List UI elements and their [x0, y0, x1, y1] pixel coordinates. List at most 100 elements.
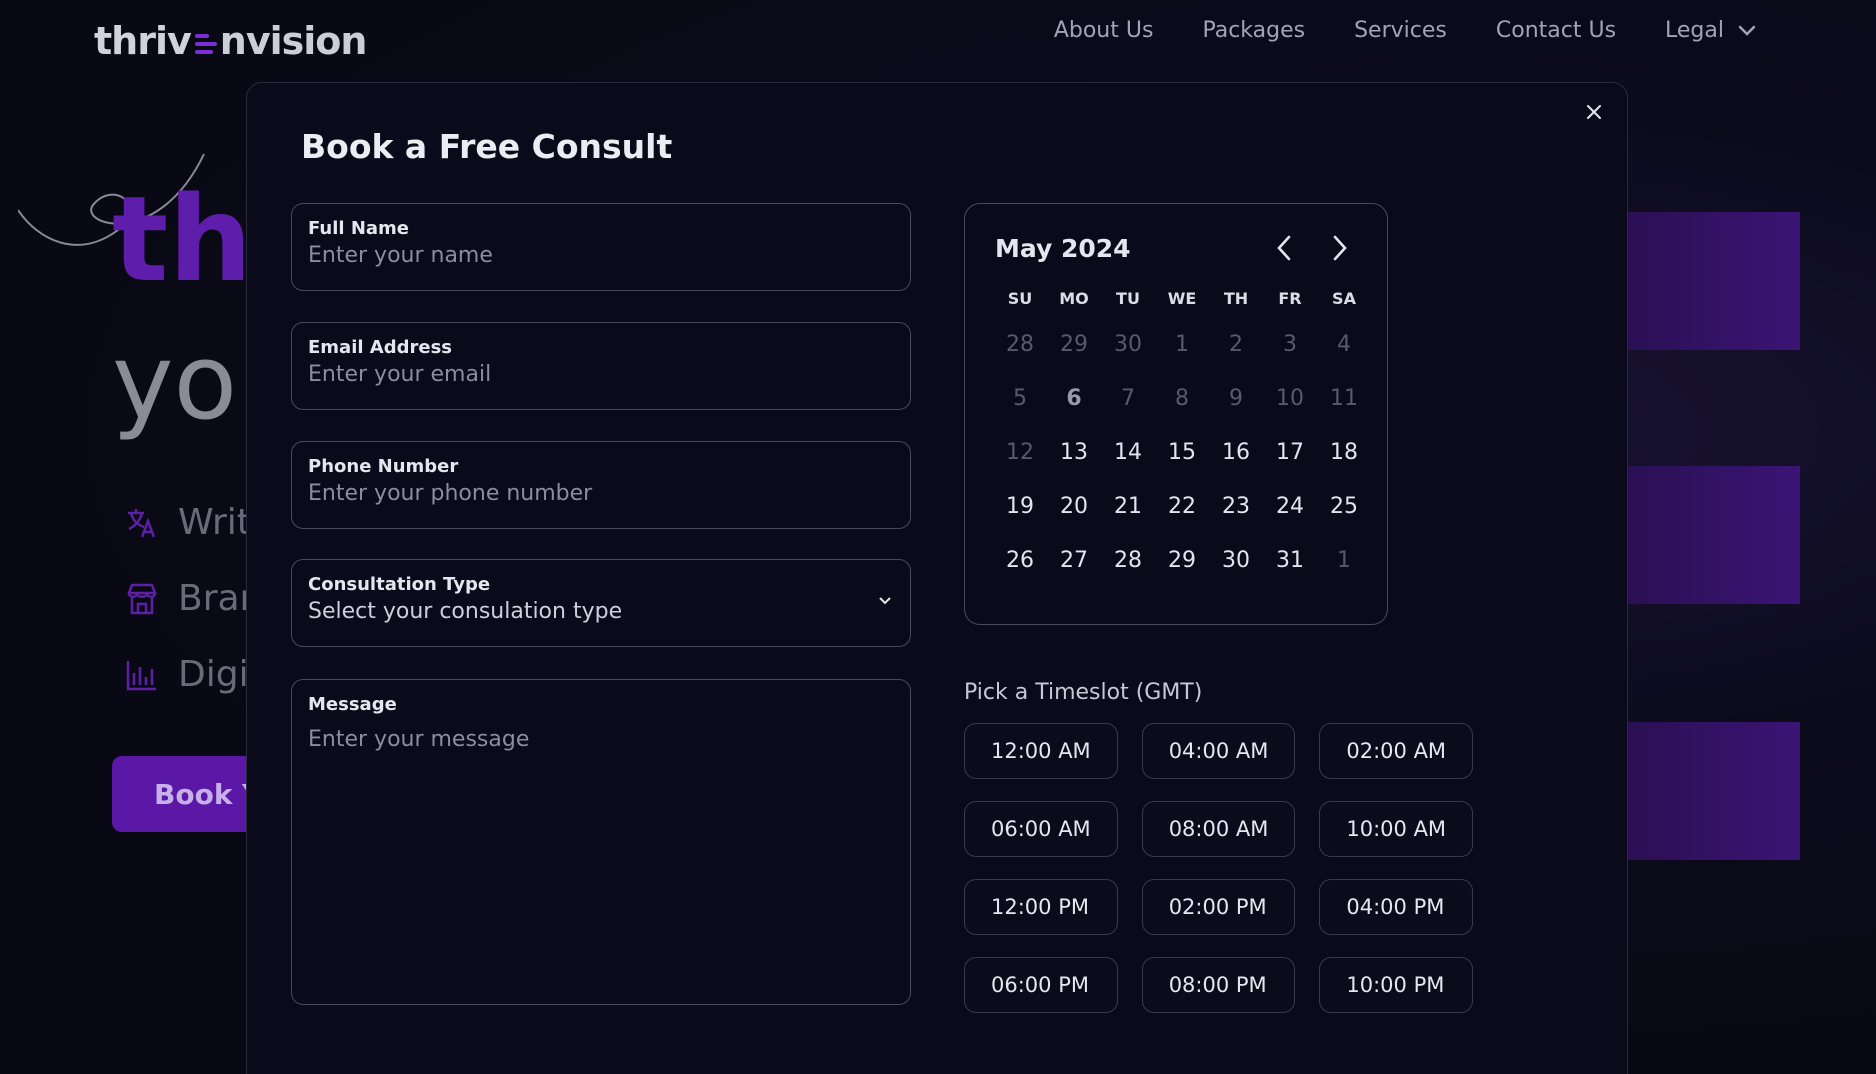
calendar-grid: SU MO TU WE TH FR SA 28 29 30 1 2 3 4 5 6 7 8 9 10 11 12 13 14 1… — [993, 280, 1359, 588]
email-field: Email Address — [291, 322, 911, 410]
timeslot-button[interactable]: 08:00 PM — [1141, 957, 1296, 1013]
nav-legal-label: Legal — [1665, 18, 1724, 43]
nav-about-us[interactable]: About Us — [1054, 18, 1154, 43]
calendar-month-title: May 2024 — [995, 233, 1131, 263]
calendar-day: 29 — [1060, 332, 1088, 357]
phone-field: Phone Number — [291, 441, 911, 529]
calendar-day: 5 — [1013, 386, 1027, 411]
date-picker-calendar: May 2024 SU MO TU WE TH FR SA 28 29 30 1 2 3 4 5 6 7 8 9 10… — [964, 203, 1388, 625]
calendar-weekday: TU — [1116, 289, 1140, 308]
email-label: Email Address — [308, 337, 453, 358]
timeslot-button[interactable]: 06:00 AM — [964, 801, 1118, 857]
calendar-weekday: TH — [1223, 289, 1249, 308]
chevron-left-icon — [1277, 235, 1291, 261]
calendar-day: 1 — [1175, 332, 1189, 357]
phone-input[interactable] — [308, 481, 894, 506]
timeslot-button[interactable]: 12:00 AM — [964, 723, 1118, 779]
logo-text-nvision: nvision — [219, 19, 368, 63]
calendar-weekday: WE — [1167, 289, 1197, 308]
nav-contact-us[interactable]: Contact Us — [1496, 18, 1616, 43]
calendar-day: 7 — [1121, 386, 1135, 411]
calendar-day[interactable]: 19 — [993, 480, 1047, 534]
calendar-day[interactable]: 28 — [1101, 534, 1155, 588]
calendar-day: 1 — [1337, 548, 1351, 573]
timeslot-button[interactable]: 04:00 AM — [1141, 723, 1296, 779]
consultation-type-select[interactable]: Consultation Type Select your consulatio… — [291, 559, 911, 647]
calendar-header: May 2024 — [993, 230, 1359, 266]
timeslot-button[interactable]: 02:00 AM — [1319, 723, 1474, 779]
calendar-day[interactable]: 26 — [993, 534, 1047, 588]
timeslot-button[interactable]: 04:00 PM — [1319, 879, 1474, 935]
calendar-day[interactable]: 30 — [1209, 534, 1263, 588]
timeslot-button[interactable]: 12:00 PM — [964, 879, 1118, 935]
phone-label: Phone Number — [308, 456, 459, 477]
chevron-down-icon — [879, 597, 891, 605]
timeslot-button[interactable]: 06:00 PM — [964, 957, 1118, 1013]
logo-text-thriv: thriv — [94, 19, 192, 63]
calendar-prev-button[interactable] — [1271, 235, 1297, 261]
storefront-icon — [127, 583, 157, 614]
close-button[interactable] — [1579, 97, 1609, 127]
nav-legal-dropdown[interactable]: Legal — [1665, 18, 1756, 43]
calendar-day[interactable]: 23 — [1209, 480, 1263, 534]
bar-chart-icon — [126, 660, 156, 690]
message-label: Message — [308, 694, 397, 715]
calendar-day: 8 — [1175, 386, 1189, 411]
calendar-day: 12 — [1006, 440, 1034, 465]
calendar-day[interactable]: 25 — [1317, 480, 1371, 534]
timeslot-button[interactable]: 10:00 AM — [1319, 801, 1474, 857]
calendar-day[interactable]: 16 — [1209, 426, 1263, 480]
feature-digital: Digit — [124, 654, 263, 695]
message-textarea[interactable] — [308, 727, 894, 967]
bg-decorative-bar — [1620, 722, 1800, 860]
full-name-label: Full Name — [308, 218, 409, 239]
calendar-day[interactable]: 15 — [1155, 426, 1209, 480]
calendar-weekday: MO — [1059, 289, 1089, 308]
calendar-day[interactable]: 20 — [1047, 480, 1101, 534]
page: thriv nvision About Us Packages Services… — [0, 0, 1876, 1074]
timeslot-grid: 12:00 AM 04:00 AM 02:00 AM 06:00 AM 08:00 AM… — [964, 723, 1524, 1013]
consult-modal: Book a Free Consult Full Name Email Addr… — [246, 82, 1628, 1074]
calendar-day[interactable]: 13 — [1047, 426, 1101, 480]
timeslot-button[interactable]: 02:00 PM — [1141, 879, 1296, 935]
logo[interactable]: thriv nvision — [94, 10, 368, 63]
nav-services[interactable]: Services — [1354, 18, 1447, 43]
calendar-day[interactable]: 27 — [1047, 534, 1101, 588]
chevron-down-icon — [1738, 25, 1756, 36]
calendar-day[interactable]: 29 — [1155, 534, 1209, 588]
calendar-day[interactable]: 6 — [1047, 372, 1101, 426]
feature-branding-label: Brar — [178, 578, 255, 619]
calendar-day[interactable]: 21 — [1101, 480, 1155, 534]
feature-writing: Writi — [124, 502, 261, 543]
calendar-weekday: FR — [1278, 289, 1302, 308]
nav-packages[interactable]: Packages — [1202, 18, 1305, 43]
calendar-day[interactable]: 14 — [1101, 426, 1155, 480]
message-field: Message — [291, 679, 911, 1005]
consultation-type-label: Consultation Type — [308, 574, 491, 595]
calendar-nav — [1271, 235, 1353, 261]
calendar-day[interactable]: 24 — [1263, 480, 1317, 534]
calendar-day[interactable]: 31 — [1263, 534, 1317, 588]
calendar-weekday: SU — [1007, 289, 1033, 308]
full-name-input[interactable] — [308, 243, 894, 268]
translate-icon — [128, 508, 156, 537]
timeslot-button[interactable]: 08:00 AM — [1141, 801, 1296, 857]
feature-branding: Brar — [124, 578, 254, 619]
bg-decorative-bar — [1620, 212, 1800, 350]
main-nav: About Us Packages Services Contact Us Le… — [1054, 18, 1756, 43]
calendar-day: 4 — [1337, 332, 1351, 357]
calendar-day[interactable]: 18 — [1317, 426, 1371, 480]
calendar-weekday: SA — [1332, 289, 1356, 308]
calendar-day: 11 — [1330, 386, 1358, 411]
timeslot-button[interactable]: 10:00 PM — [1319, 957, 1474, 1013]
modal-title: Book a Free Consult — [301, 127, 673, 166]
calendar-day[interactable]: 17 — [1263, 426, 1317, 480]
email-input[interactable] — [308, 362, 894, 387]
full-name-field: Full Name — [291, 203, 911, 291]
calendar-day: 9 — [1229, 386, 1243, 411]
calendar-day: 28 — [1006, 332, 1034, 357]
chevron-right-icon — [1333, 235, 1347, 261]
calendar-day: 30 — [1114, 332, 1142, 357]
calendar-next-button[interactable] — [1327, 235, 1353, 261]
calendar-day[interactable]: 22 — [1155, 480, 1209, 534]
